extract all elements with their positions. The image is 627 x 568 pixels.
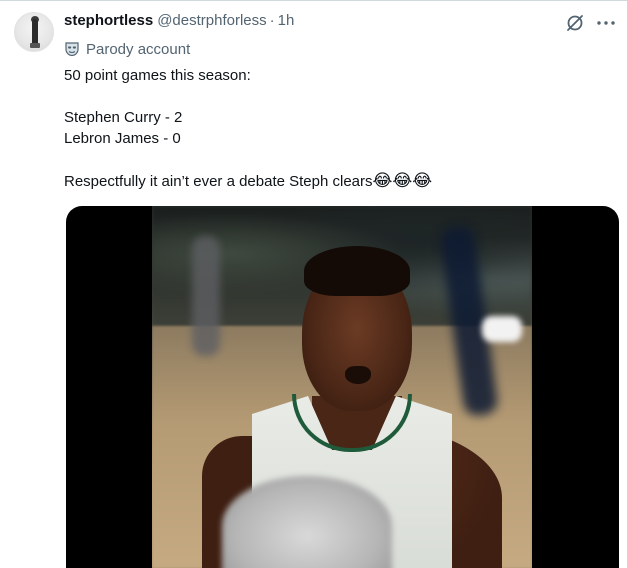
video-blur-shoe <box>482 316 522 342</box>
tweet-card[interactable]: stephortless @destrphforless · 1h Parody… <box>0 0 627 568</box>
video-frame <box>152 206 532 568</box>
tweet-header: stephortless @destrphforless · 1h <box>64 12 619 34</box>
video-player-hair <box>304 246 410 296</box>
avatar-figure-body <box>32 19 38 45</box>
user-handle[interactable]: @destrphforless <box>157 12 266 29</box>
profile-avatar[interactable] <box>14 12 54 52</box>
video-blur-figure-left <box>192 236 220 356</box>
tweet-line-1: 50 point games this season: <box>64 67 251 84</box>
tweet-line-4-text: Respectfully it ain’t ever a debate Step… <box>64 173 373 190</box>
parody-label-row: Parody account <box>64 37 619 61</box>
tweet-timestamp[interactable]: 1h <box>278 12 295 29</box>
avatar-figure-legs <box>30 43 40 48</box>
tweet-video[interactable] <box>66 206 619 568</box>
separator-dot: · <box>269 12 275 29</box>
tweet-content: stephortless @destrphforless · 1h Parody… <box>64 12 619 191</box>
video-player-mouth <box>345 366 371 384</box>
tweet-line-4: Respectfully it ain’t ever a debate Step… <box>64 170 619 191</box>
display-name[interactable]: stephortless <box>64 12 153 29</box>
tweet-line-3: Lebron James - 0 <box>64 130 181 147</box>
tweet-line-blank-1 <box>64 86 619 107</box>
tweet-line-2: Stephen Curry - 2 <box>64 109 183 126</box>
mask-icon <box>64 41 80 57</box>
tweet-text: 50 point games this season: Stephen Curr… <box>64 65 619 191</box>
parody-account-label: Parody account <box>86 40 191 58</box>
tweet-line-blank-2 <box>64 149 619 170</box>
video-foreground-blur <box>222 476 392 568</box>
laughing-emoji-icon: 😂😂😂 <box>372 171 433 190</box>
